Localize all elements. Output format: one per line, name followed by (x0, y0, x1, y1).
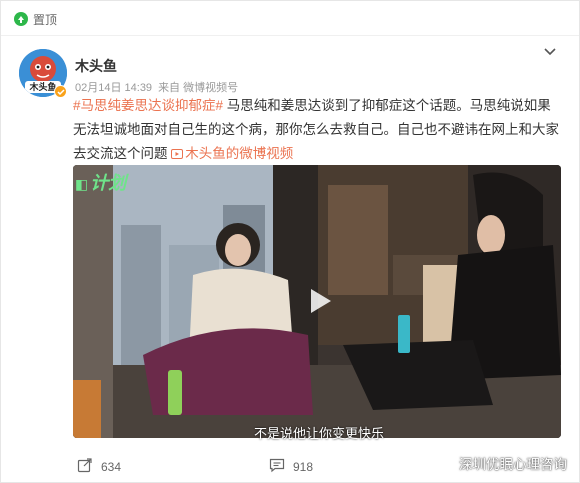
divider (1, 35, 579, 36)
video-subtitle: 不是说他让你变更快乐 (253, 426, 385, 441)
video-link[interactable]: 木头鱼的微博视频 (171, 146, 293, 161)
pin-icon (13, 11, 29, 27)
share-count: 634 (101, 459, 122, 474)
author-name[interactable]: 木头鱼 (75, 56, 117, 76)
share-button[interactable]: 634 (77, 457, 121, 476)
weibo-post-card: 置顶 木头鱼 木头鱼 02月14日 14:39 来自 微博视频号 #马思纯姜思达… (0, 0, 580, 483)
video-link-icon (171, 149, 184, 159)
comment-icon (269, 457, 285, 476)
verified-badge-icon (54, 85, 67, 98)
post-body: #马思纯姜思达谈抑郁症# 马思纯和姜思达谈到了抑郁症这个话题。马思纯说如果无法坦… (73, 94, 561, 166)
share-icon (77, 457, 93, 476)
comment-count: 918 (293, 459, 314, 474)
video-link-label: 木头鱼的微博视频 (185, 146, 294, 161)
comment-button[interactable]: 918 (269, 457, 313, 476)
post-meta: 02月14日 14:39 来自 微博视频号 (75, 79, 238, 95)
watermark-text: 深圳优眠心理咨询 (459, 457, 567, 472)
show-logo: ◧ 计划 (75, 173, 127, 193)
hashtag-link[interactable]: #马思纯姜思达谈抑郁症# (73, 98, 223, 113)
show-logo-text: 计划 (90, 173, 127, 193)
avatar-text: 木头鱼 (28, 81, 56, 93)
pinned-indicator: 置顶 (13, 9, 57, 29)
pin-label: 置顶 (33, 12, 58, 27)
post-source: 来自 微博视频号 (158, 82, 239, 94)
watermark: 深圳优眠心理咨询 (441, 453, 567, 473)
watermark-logo-icon (441, 454, 455, 472)
more-options-chevron-down-icon[interactable] (543, 45, 557, 59)
play-button-icon[interactable] (301, 283, 337, 319)
post-date[interactable]: 02月14日 14:39 (75, 79, 152, 95)
